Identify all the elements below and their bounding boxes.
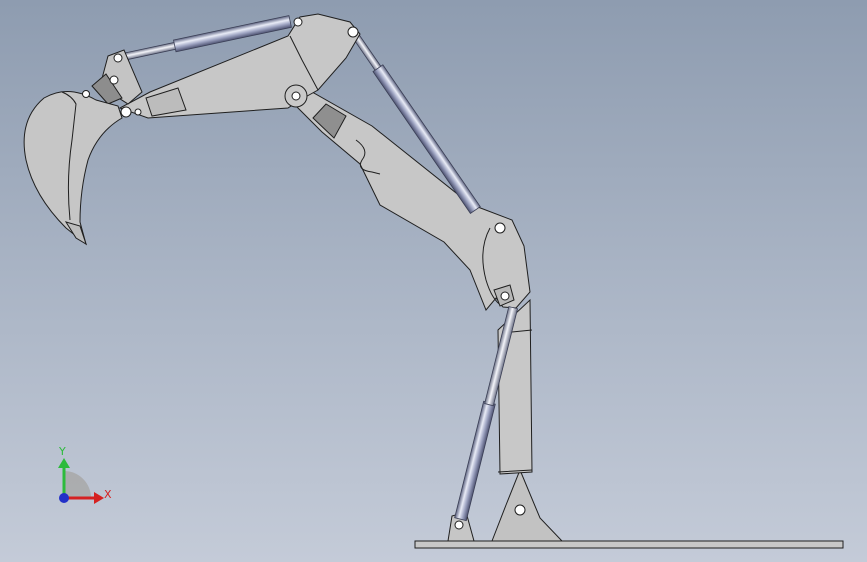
lower-post[interactable]: [497, 298, 533, 475]
bucket[interactable]: [23, 91, 123, 246]
coordinate-triad: Y X: [58, 445, 112, 504]
foot-pin[interactable]: [454, 520, 464, 530]
boom-elbow-pin[interactable]: [494, 222, 506, 234]
elbow-pin[interactable]: [500, 291, 510, 301]
ground-plate[interactable]: [414, 540, 844, 549]
bucket-cylinder-rod[interactable]: [124, 40, 182, 61]
x-axis-label: X: [104, 488, 112, 501]
bucket-pin[interactable]: [82, 90, 90, 98]
stick-top-pin[interactable]: [347, 26, 359, 38]
boom-cylinder-barrel[interactable]: [454, 400, 496, 522]
cad-viewport[interactable]: Y X: [0, 0, 867, 562]
stick-upper-pin[interactable]: [293, 17, 303, 27]
link-pin-low[interactable]: [134, 108, 142, 116]
excavator-arm-model[interactable]: Y X: [0, 0, 867, 562]
z-axis-dot: [59, 493, 69, 503]
x-axis-arrow: [94, 492, 104, 504]
link-pin-mid[interactable]: [109, 75, 119, 85]
boom-stick-hinge-pin[interactable]: [291, 91, 301, 101]
triad-arc: [64, 471, 91, 498]
y-axis-label: Y: [58, 445, 66, 458]
y-axis-arrow: [58, 458, 70, 468]
link-pin-top[interactable]: [113, 53, 123, 63]
base-bracket[interactable]: [491, 468, 564, 542]
base-pin[interactable]: [514, 504, 526, 516]
stick-bucket-pin[interactable]: [120, 106, 132, 118]
